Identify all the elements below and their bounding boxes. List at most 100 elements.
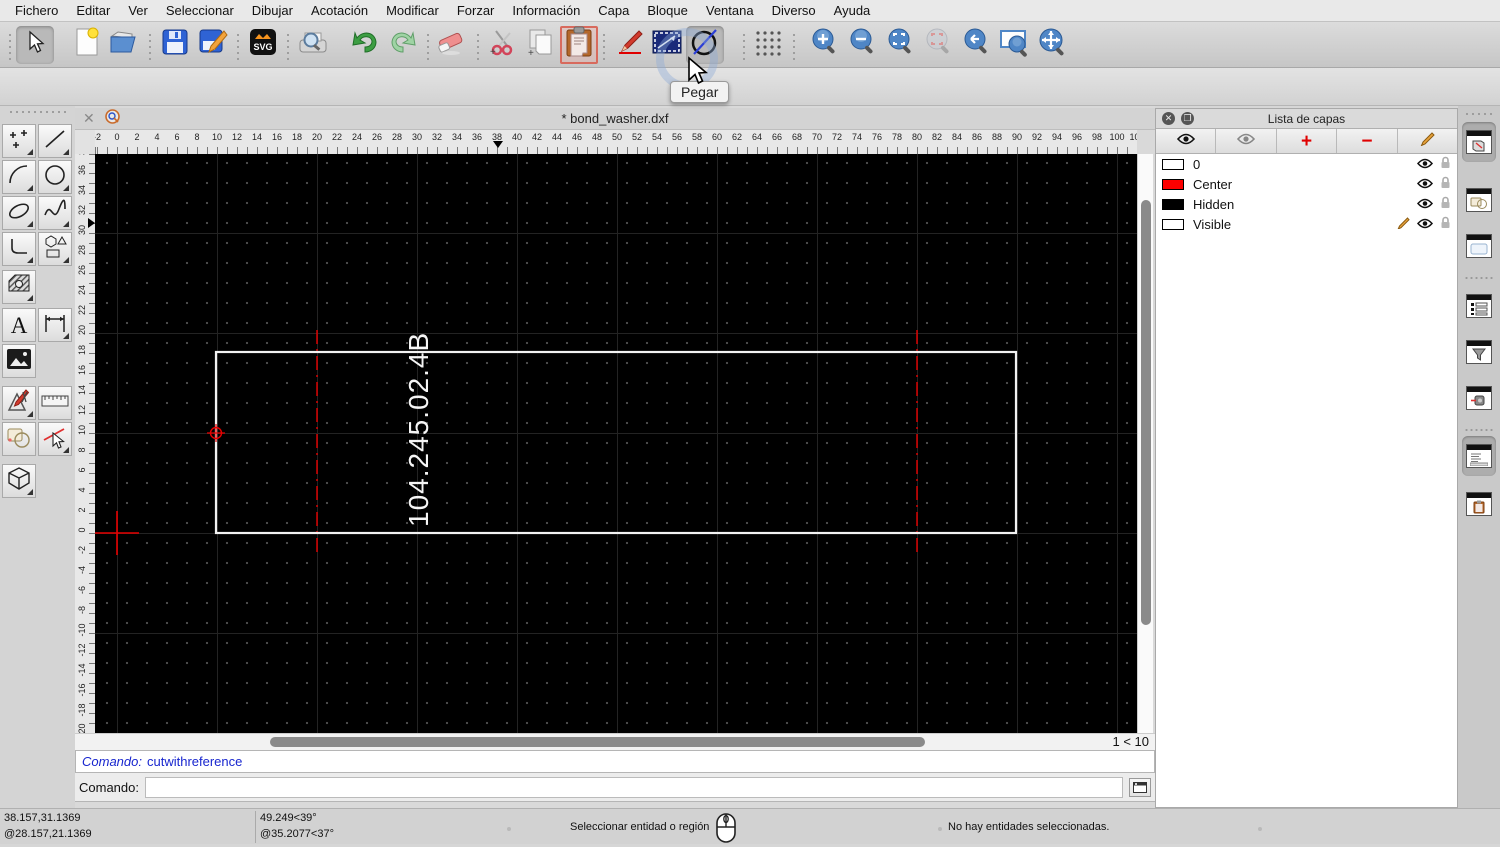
part-number-label[interactable]: 104.245.02.4B — [403, 332, 434, 527]
layer-lock-icon[interactable] — [1440, 176, 1451, 192]
add-layer-button[interactable]: + — [1277, 129, 1338, 153]
layer-row[interactable]: 0 — [1156, 154, 1457, 174]
pen-attributes-button[interactable] — [610, 26, 648, 64]
save-as-button[interactable] — [194, 26, 232, 64]
menu-modificar[interactable]: Modificar — [386, 3, 439, 18]
save-button[interactable] — [156, 26, 194, 64]
hatch-tool-button[interactable] — [2, 270, 36, 304]
command-input[interactable] — [144, 776, 1123, 798]
arc-tool-button[interactable] — [2, 160, 36, 194]
circle-tool-button[interactable] — [38, 160, 72, 194]
polyline-tool-button[interactable] — [2, 232, 36, 266]
zoom-previous-button[interactable] — [958, 26, 996, 64]
menu-ver[interactable]: Ver — [128, 3, 148, 18]
menu-bloque[interactable]: Bloque — [647, 3, 687, 18]
dock-block-list-button[interactable] — [1462, 180, 1496, 220]
dimension-tool-button[interactable] — [38, 308, 72, 342]
copy-button[interactable]: + — [522, 26, 560, 64]
dock-command-widget-button[interactable] — [1462, 436, 1496, 476]
modify-tools-button[interactable] — [2, 386, 36, 420]
menu-capa[interactable]: Capa — [598, 3, 629, 18]
remove-layer-button[interactable]: − — [1337, 129, 1398, 153]
export-svg-button[interactable]: SVG — [244, 26, 282, 64]
close-panel-icon[interactable]: ✕ — [1162, 112, 1175, 125]
dock-handle[interactable] — [1464, 112, 1494, 118]
edit-layer-button[interactable] — [1398, 129, 1457, 153]
menu-editar[interactable]: Editar — [76, 3, 110, 18]
dock-clipboard-button[interactable] — [1462, 484, 1496, 524]
undock-panel-icon[interactable]: ❐ — [1181, 112, 1194, 125]
layer-lock-icon[interactable] — [1440, 156, 1451, 172]
dock-layer-list-button[interactable] — [1462, 122, 1496, 162]
grid-icon — [754, 27, 784, 62]
cut-button[interactable]: + — [484, 26, 522, 64]
text-tool-button[interactable]: A — [2, 308, 36, 342]
vertical-scrollbar[interactable] — [1137, 154, 1153, 733]
dock-plugin-button[interactable] — [1462, 378, 1496, 418]
hide-all-layers-button[interactable] — [1216, 129, 1277, 153]
delete-button[interactable] — [434, 26, 472, 64]
draw-order-button[interactable] — [648, 26, 686, 64]
select-entities-button[interactable] — [38, 422, 72, 456]
layer-name: 0 — [1193, 156, 1201, 172]
h-ruler-ticks — [95, 147, 1137, 154]
zoom-auto-button[interactable] — [882, 26, 920, 64]
zoom-auto-icon — [886, 27, 916, 62]
vertical-scrollbar-thumb[interactable] — [1141, 200, 1151, 625]
menu-seleccionar[interactable]: Seleccionar — [166, 3, 234, 18]
command-options-button[interactable] — [1129, 777, 1151, 797]
layer-visibility-icon[interactable] — [1417, 177, 1433, 192]
dock-selection-filter-button[interactable] — [1462, 332, 1496, 372]
layer-visibility-icon[interactable] — [1417, 197, 1433, 212]
toolbar-handle[interactable] — [6, 29, 14, 60]
menu-dibujar[interactable]: Dibujar — [252, 3, 293, 18]
zoom-window-button[interactable] — [996, 26, 1034, 64]
layer-row-current[interactable]: Visible — [1156, 214, 1457, 234]
zoom-in-button[interactable] — [806, 26, 844, 64]
horizontal-scrollbar-thumb[interactable] — [270, 737, 925, 747]
layer-visibility-icon[interactable] — [1417, 157, 1433, 172]
mouse-cursor — [685, 56, 709, 91]
line-tool-button[interactable] — [38, 124, 72, 158]
menu-diverso[interactable]: Diverso — [772, 3, 816, 18]
drawing-canvas[interactable]: 104.245.02.4B — [95, 154, 1137, 733]
select-tool-button[interactable] — [16, 25, 54, 64]
menu-fichero[interactable]: Fichero — [15, 3, 58, 18]
layer-row[interactable]: Center — [1156, 174, 1457, 194]
measure-tools-button[interactable] — [38, 386, 72, 420]
ellipse-tool-button[interactable] — [2, 196, 36, 230]
dock-entity-list-button[interactable] — [1462, 286, 1496, 326]
block-tools-button[interactable] — [2, 422, 36, 456]
show-all-layers-button[interactable] — [1156, 129, 1217, 153]
dock-library-browser-button[interactable] — [1462, 226, 1496, 266]
menu-informacion[interactable]: Información — [512, 3, 580, 18]
menu-ventana[interactable]: Ventana — [706, 3, 754, 18]
zoom-redraw-button[interactable] — [920, 26, 958, 64]
solid-tools-button[interactable] — [2, 464, 36, 498]
paste-button[interactable] — [560, 25, 598, 64]
new-document-button[interactable] — [68, 26, 106, 64]
print-preview-button[interactable] — [294, 26, 332, 64]
undo-button[interactable] — [346, 26, 384, 64]
layer-lock-icon[interactable] — [1440, 196, 1451, 212]
layer-visibility-icon[interactable] — [1417, 217, 1433, 232]
layer-row[interactable]: Hidden — [1156, 194, 1457, 214]
polygon-tool-button[interactable] — [38, 232, 72, 266]
clipboard-window-icon — [1466, 492, 1492, 516]
points-tool-button[interactable] — [2, 124, 36, 158]
grid-toggle-button[interactable] — [750, 26, 788, 64]
washer-outline-rect[interactable] — [214, 350, 1018, 535]
menu-forzar[interactable]: Forzar — [457, 3, 495, 18]
spline-tool-button[interactable] — [38, 196, 72, 230]
open-file-button[interactable] — [106, 26, 144, 64]
menu-ayuda[interactable]: Ayuda — [834, 3, 871, 18]
image-tool-button[interactable] — [2, 344, 36, 378]
palette-handle[interactable] — [8, 110, 67, 118]
zoom-out-button[interactable] — [844, 26, 882, 64]
redo-button[interactable] — [384, 26, 422, 64]
close-document-icon[interactable]: ✕ — [83, 110, 95, 127]
zoom-pan-button[interactable] — [1034, 26, 1072, 64]
menu-acotacion[interactable]: Acotación — [311, 3, 368, 18]
layer-lock-icon[interactable] — [1440, 216, 1451, 232]
horizontal-scrollbar[interactable]: 1 < 10 — [75, 733, 1155, 750]
